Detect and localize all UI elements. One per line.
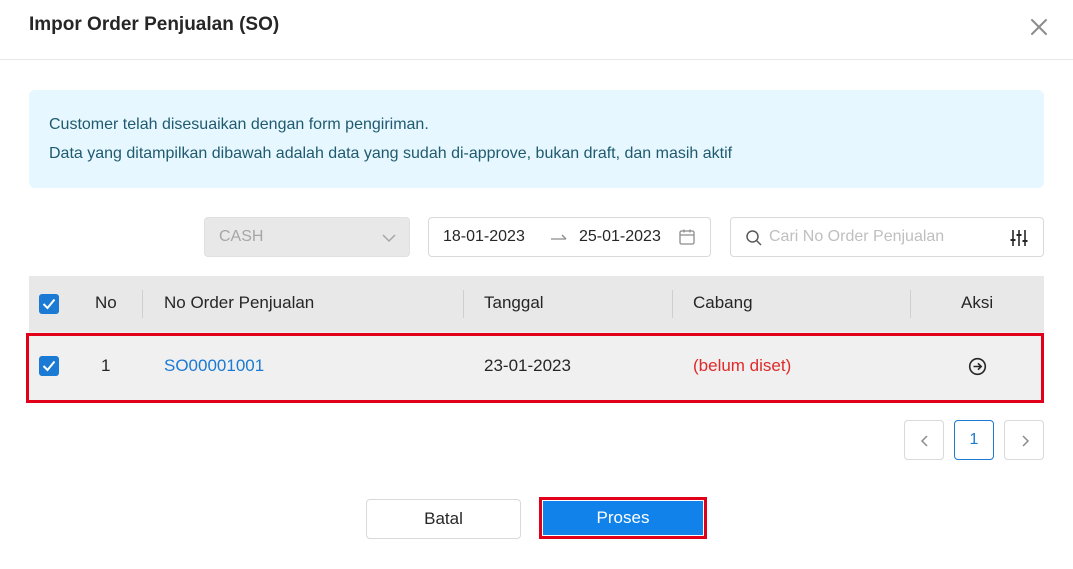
process-button[interactable]: Proses xyxy=(543,501,703,535)
info-line-customer: Customer telah disesuaikan dengan form p… xyxy=(49,116,429,133)
pagination-next-button[interactable] xyxy=(1004,420,1044,460)
row-no: 1 xyxy=(101,356,111,375)
row-checkbox[interactable] xyxy=(39,356,59,376)
chevron-down-icon xyxy=(381,231,397,249)
search-icon xyxy=(745,229,763,252)
modal-header: Impor Order Penjualan (SO) xyxy=(0,0,1073,60)
row-branch-status: (belum diset) xyxy=(693,356,792,375)
column-divider xyxy=(142,290,143,318)
info-alert: Customer telah disesuaikan dengan form p… xyxy=(29,90,1044,188)
order-number-link[interactable]: SO00001001 xyxy=(164,356,264,376)
pagination-page-button[interactable]: 1 xyxy=(954,420,994,460)
calendar-icon xyxy=(678,228,696,251)
date-end[interactable]: 25-01-2023 xyxy=(579,228,661,246)
col-header-date: Tanggal xyxy=(484,293,544,312)
cancel-button[interactable]: Batal xyxy=(366,499,521,539)
payment-type-value: CASH xyxy=(219,228,264,245)
arrow-right-icon xyxy=(549,230,569,249)
col-header-order-no: No Order Penjualan xyxy=(164,293,315,312)
table-row[interactable]: 1 SO00001001 23-01-2023 (belum diset) xyxy=(29,332,1044,401)
modal-title: Impor Order Penjualan (SO) xyxy=(29,14,280,35)
close-icon[interactable] xyxy=(1026,14,1052,40)
col-header-no: No xyxy=(95,293,117,312)
search-input[interactable] xyxy=(769,226,999,248)
info-line-data: Data yang ditampilkan dibawah adalah dat… xyxy=(49,145,733,162)
column-divider xyxy=(672,290,673,318)
search-box[interactable] xyxy=(730,217,1044,257)
payment-type-select[interactable]: CASH xyxy=(204,217,410,257)
arrow-circle-right-icon[interactable] xyxy=(968,357,987,381)
table-header: No No Order Penjualan Tanggal Cabang Aks… xyxy=(29,276,1044,332)
process-button-highlight: Proses xyxy=(539,497,707,539)
order-table: No No Order Penjualan Tanggal Cabang Aks… xyxy=(29,276,1044,401)
col-header-action: Aksi xyxy=(961,293,994,312)
filter-settings-icon[interactable] xyxy=(1009,228,1029,253)
column-divider xyxy=(463,290,464,318)
col-header-branch: Cabang xyxy=(693,293,753,312)
column-divider xyxy=(910,290,911,318)
date-start[interactable]: 18-01-2023 xyxy=(443,228,525,246)
select-all-checkbox[interactable] xyxy=(39,294,59,314)
pagination-page-number: 1 xyxy=(969,431,979,448)
row-date: 23-01-2023 xyxy=(484,356,571,375)
date-range-picker[interactable]: 18-01-2023 25-01-2023 xyxy=(428,217,711,257)
pagination-prev-button[interactable] xyxy=(904,420,944,460)
